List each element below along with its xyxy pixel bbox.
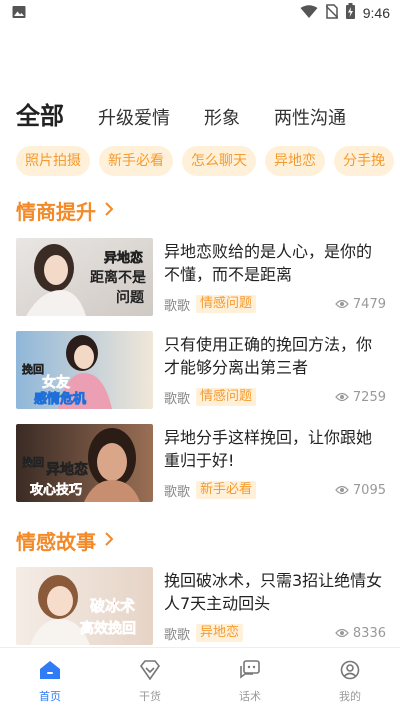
tab-upgrade-love[interactable]: 升级爱情 — [98, 104, 170, 130]
thumb-text: 破冰术 — [90, 597, 135, 615]
thumb-text: 距离不是 — [90, 269, 147, 286]
nav-home[interactable]: 首页 — [0, 648, 100, 711]
article-tag: 新手必看 — [196, 481, 257, 499]
article-author: 歌歌 — [164, 627, 191, 643]
view-count: 7259 — [335, 390, 386, 405]
article-title: 挽回破冰术，只需3招让绝情女人7天主动回头 — [164, 571, 383, 613]
section-title: 情商提升 — [16, 200, 96, 224]
article-tag: 情感问题 — [196, 388, 257, 406]
eye-icon — [335, 628, 349, 638]
view-count-value: 7259 — [352, 389, 386, 405]
article-thumbnail: 异地恋 距离不是 问题 — [16, 238, 153, 316]
no-sim-icon — [325, 3, 339, 23]
eye-icon — [335, 392, 349, 402]
article-card[interactable]: 破冰术 高效挽回 挽回破冰术，只需3招让绝情女人7天主动回头 歌歌 异地恋 83… — [16, 567, 386, 645]
article-meta: 歌歌 新手必看 7095 — [164, 480, 386, 500]
article-meta: 歌歌 情感问题 7479 — [164, 294, 386, 314]
view-count: 7095 — [335, 483, 386, 498]
article-author: 歌歌 — [164, 298, 191, 314]
view-count: 7479 — [335, 297, 386, 312]
tab-image[interactable]: 形象 — [204, 104, 240, 130]
chip-breakup[interactable]: 分手挽 — [334, 146, 394, 176]
section-header-stories[interactable]: 情感故事 — [16, 526, 114, 555]
nav-scripts[interactable]: 话术 — [200, 648, 300, 711]
article-thumbnail: 挽回 异地恋 攻心技巧 — [16, 424, 153, 502]
bottom-navigation: 首页 干货 话术 我的 — [0, 647, 400, 711]
tab-all[interactable]: 全部 — [16, 96, 64, 131]
article-tag: 情感问题 — [196, 295, 257, 313]
chat-icon — [239, 660, 261, 684]
view-count-value: 7479 — [352, 296, 386, 312]
article-card[interactable]: 挽回 异地恋 攻心技巧 异地分手这样挽回，让你跟她重归于好! 歌歌 新手必看 7… — [16, 424, 386, 502]
section-title: 情感故事 — [16, 530, 96, 554]
chevron-right-icon — [104, 201, 114, 221]
article-meta: 歌歌 异地恋 8336 — [164, 623, 386, 643]
view-count: 8336 — [335, 626, 386, 641]
article-tag: 异地恋 — [196, 624, 244, 642]
nav-label: 我的 — [339, 690, 361, 703]
article-thumbnail: 挽回 女友 感情危机 — [16, 331, 153, 409]
view-count-value: 8336 — [352, 625, 386, 641]
nav-profile[interactable]: 我的 — [300, 648, 400, 711]
view-count-value: 7095 — [352, 482, 386, 498]
thumb-text: 异地恋 — [104, 250, 143, 266]
profile-icon — [339, 660, 361, 684]
thumb-text: 异地恋 — [46, 461, 88, 478]
battery-charging-icon — [345, 3, 355, 23]
chip-how-to-chat[interactable]: 怎么聊天 — [182, 146, 256, 176]
home-icon — [39, 660, 61, 684]
nav-label: 首页 — [39, 690, 61, 703]
article-title: 只有使用正确的挽回方法，你才能够分离出第三者 — [164, 335, 373, 377]
nav-tips[interactable]: 干货 — [100, 648, 200, 711]
thumb-text: 攻心技巧 — [30, 482, 82, 498]
eye-icon — [335, 485, 349, 495]
article-thumbnail: 破冰术 高效挽回 — [16, 567, 153, 645]
status-bar: 9:46 — [0, 0, 400, 24]
thumb-text: 挽回 — [22, 362, 44, 376]
status-time: 9:46 — [362, 5, 390, 21]
category-tabs: 全部 升级爱情 形象 两性沟通 — [16, 96, 380, 131]
article-title: 异地恋败给的是人心，是你的不懂，而不是距离 — [164, 242, 373, 284]
wifi-icon — [300, 4, 318, 23]
tag-chip-row: 照片拍摄 新手必看 怎么聊天 异地恋 分手挽 — [16, 146, 400, 176]
thumb-text: 挽回 — [22, 455, 44, 469]
chevron-right-icon — [104, 531, 114, 551]
gallery-notification-icon — [12, 4, 26, 23]
article-author: 歌歌 — [164, 484, 191, 500]
nav-label: 话术 — [239, 690, 261, 703]
chip-photo[interactable]: 照片拍摄 — [16, 146, 90, 176]
diamond-icon — [139, 660, 161, 684]
article-card[interactable]: 异地恋 距离不是 问题 异地恋败给的是人心，是你的不懂，而不是距离 歌歌 情感问… — [16, 238, 386, 316]
article-title: 异地分手这样挽回，让你跟她重归于好! — [164, 428, 373, 470]
section-header-eq[interactable]: 情商提升 — [16, 196, 114, 225]
thumb-text: 感情危机 — [34, 391, 86, 407]
article-card[interactable]: 挽回 女友 感情危机 只有使用正确的挽回方法，你才能够分离出第三者 歌歌 情感问… — [16, 331, 386, 409]
tab-communication[interactable]: 两性沟通 — [274, 104, 346, 130]
thumb-text: 女友 — [42, 374, 70, 391]
eye-icon — [335, 299, 349, 309]
chip-beginner[interactable]: 新手必看 — [99, 146, 173, 176]
nav-label: 干货 — [139, 690, 161, 703]
thumb-text: 高效挽回 — [80, 620, 136, 637]
article-meta: 歌歌 情感问题 7259 — [164, 387, 386, 407]
chip-long-distance[interactable]: 异地恋 — [265, 146, 325, 176]
thumb-text: 问题 — [116, 289, 145, 306]
article-author: 歌歌 — [164, 391, 191, 407]
